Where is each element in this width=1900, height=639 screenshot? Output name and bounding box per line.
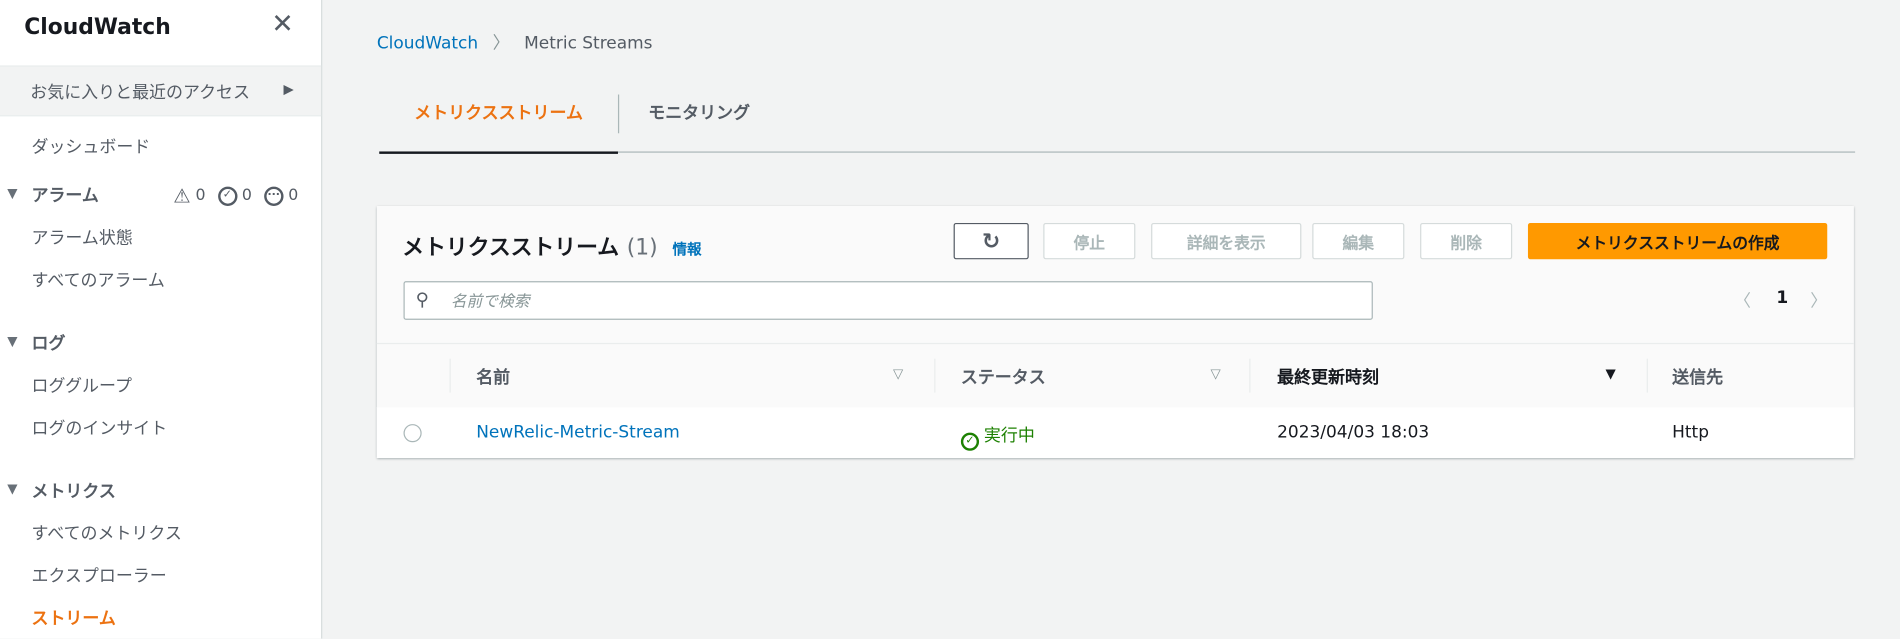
- stream-count: (1): [626, 235, 658, 261]
- breadcrumb-current: Metric Streams: [524, 33, 653, 54]
- ok-count: 0: [241, 186, 252, 205]
- table-row: NewRelic-Metric-Stream ✓ 実行中 2023/04/03 1…: [376, 407, 1854, 459]
- close-icon[interactable]: ✕: [271, 10, 293, 40]
- delete-button[interactable]: 削除: [1420, 222, 1513, 260]
- column-header-destination[interactable]: 送信先: [1672, 365, 1723, 389]
- panel-title: メトリクスストリーム (1) 情報: [402, 230, 701, 262]
- search-icon: ⚲: [415, 288, 429, 311]
- refresh-button[interactable]: ↻: [953, 222, 1029, 260]
- tab-divider: [617, 94, 620, 134]
- column-divider: [449, 358, 451, 393]
- stop-button[interactable]: 停止: [1043, 222, 1136, 260]
- column-divider: [1646, 358, 1648, 393]
- next-page-icon[interactable]: 〉: [1810, 288, 1827, 312]
- sidebar-item-log-groups[interactable]: ロググループ: [32, 373, 132, 397]
- page-number[interactable]: 1: [1776, 288, 1788, 307]
- column-header-last-updated[interactable]: 最終更新時刻: [1277, 365, 1379, 389]
- view-details-button[interactable]: 詳細を表示: [1151, 222, 1302, 260]
- sidebar-title: CloudWatch: [24, 14, 171, 40]
- sidebar-section-logs[interactable]: ログ: [32, 331, 66, 355]
- caret-right-icon: ▶: [283, 81, 294, 97]
- status-text: 実行中: [983, 426, 1035, 446]
- sidebar: CloudWatch ✕ お気に入りと最近のアクセス ▶ ダッシュボード ▼ ア…: [0, 0, 323, 639]
- alarm-counts: ⚠ 0 ✓ 0 ··· 0: [173, 184, 298, 207]
- sort-descending-icon[interactable]: ▼: [1606, 366, 1616, 382]
- ellipsis-circle-icon: ···: [264, 185, 284, 206]
- check-circle-icon: ✓: [960, 432, 980, 451]
- sidebar-section-metrics[interactable]: メトリクス: [32, 479, 116, 503]
- stream-name-link[interactable]: NewRelic-Metric-Stream: [476, 423, 680, 442]
- insufficient-count: 0: [288, 186, 299, 205]
- sidebar-section-alarms[interactable]: アラーム: [32, 183, 99, 207]
- sidebar-item-all-alarms[interactable]: すべてのアラーム: [32, 268, 165, 292]
- tab-metric-streams[interactable]: メトリクスストリーム: [379, 91, 618, 154]
- sort-icon[interactable]: ▽: [893, 366, 903, 382]
- column-header-status[interactable]: ステータス: [961, 365, 1046, 389]
- column-header-name[interactable]: 名前: [476, 365, 510, 389]
- column-divider: [1249, 358, 1251, 393]
- favorites-label: お気に入りと最近のアクセス: [30, 83, 250, 103]
- column-divider: [934, 358, 936, 393]
- tabs: メトリクスストリーム モニタリング: [379, 91, 1856, 154]
- check-circle-icon: ✓: [217, 185, 238, 206]
- favorites-toggle[interactable]: お気に入りと最近のアクセス ▶: [0, 65, 322, 117]
- search-input[interactable]: [448, 287, 1350, 317]
- last-updated: 2023/04/03 18:03: [1277, 422, 1430, 443]
- tab-monitoring[interactable]: モニタリング: [648, 91, 750, 152]
- in-alarm-count: 0: [195, 186, 206, 205]
- create-metric-stream-button[interactable]: メトリクスストリームの作成: [1527, 222, 1828, 260]
- refresh-icon: ↻: [982, 228, 1001, 254]
- caret-down-icon[interactable]: ▼: [7, 333, 17, 349]
- chevron-right-icon: 〉: [492, 33, 510, 54]
- sidebar-item-log-insights[interactable]: ログのインサイト: [32, 416, 168, 440]
- breadcrumb-cloudwatch[interactable]: CloudWatch: [377, 34, 478, 53]
- sort-icon[interactable]: ▽: [1210, 366, 1220, 382]
- sidebar-item-all-metrics[interactable]: すべてのメトリクス: [32, 521, 182, 545]
- prev-page-icon[interactable]: 〈: [1734, 288, 1751, 312]
- sidebar-item-explorer[interactable]: エクスプローラー: [32, 563, 167, 587]
- edit-button[interactable]: 編集: [1312, 222, 1405, 260]
- table-header: 名前 ▽ ステータス ▽ 最終更新時刻 ▼ 送信先: [376, 342, 1854, 409]
- sidebar-item-streams[interactable]: ストリーム: [32, 606, 116, 630]
- sidebar-item-dashboard[interactable]: ダッシュボード: [32, 134, 151, 158]
- caret-down-icon[interactable]: ▼: [7, 481, 17, 497]
- status-badge: ✓ 実行中: [960, 423, 1035, 451]
- search-field[interactable]: ⚲: [403, 281, 1373, 320]
- breadcrumb: CloudWatch 〉 Metric Streams: [377, 30, 653, 54]
- warning-icon: ⚠: [173, 184, 191, 208]
- metric-streams-panel: メトリクスストリーム (1) 情報 ↻ 停止 詳細を表示 編集 削除 メトリクス…: [376, 205, 1854, 459]
- info-link[interactable]: 情報: [672, 241, 701, 258]
- sidebar-item-alarm-state[interactable]: アラーム状態: [32, 225, 133, 249]
- caret-down-icon[interactable]: ▼: [7, 185, 17, 201]
- panel-title-text: メトリクスストリーム: [402, 235, 620, 261]
- destination: Http: [1672, 422, 1709, 443]
- row-radio[interactable]: [403, 424, 422, 443]
